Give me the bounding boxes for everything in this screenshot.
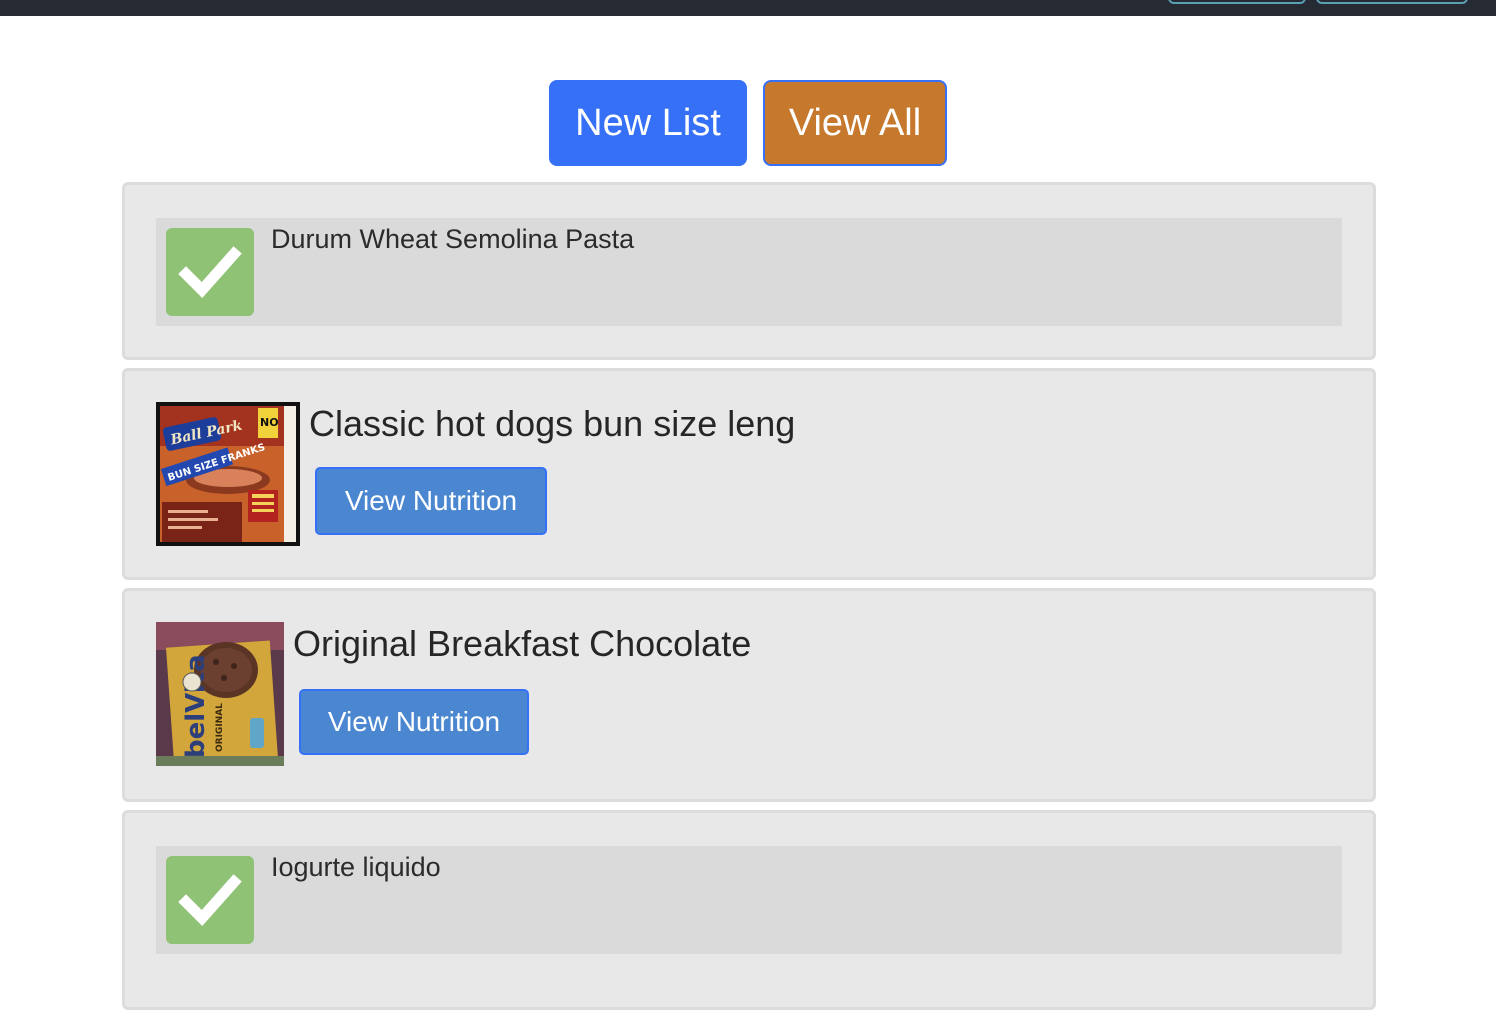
checkmark-icon[interactable] — [166, 228, 254, 316]
product-image-hot-dogs: NO Ball Park BUN SIZE FRANKS — [156, 402, 300, 546]
list-actions: New List View All — [0, 80, 1496, 166]
checked-item-row[interactable]: Durum Wheat Semolina Pasta — [156, 218, 1342, 326]
checkmark-icon[interactable] — [166, 856, 254, 944]
item-name: Iogurte liquido — [271, 852, 441, 882]
list-item: Durum Wheat Semolina Pasta — [122, 182, 1376, 360]
view-nutrition-button[interactable]: View Nutrition — [299, 689, 529, 755]
navbar-button-1[interactable] — [1168, 0, 1306, 4]
item-name: Durum Wheat Semolina Pasta — [271, 224, 635, 254]
view-all-button[interactable]: View All — [763, 80, 947, 166]
new-list-button[interactable]: New List — [549, 80, 747, 166]
product-title: Classic hot dogs bun size leng — [309, 403, 796, 444]
view-nutrition-button[interactable]: View Nutrition — [315, 467, 547, 535]
product-image-belvita: belVita ORIGINAL — [156, 622, 284, 766]
top-navbar — [0, 0, 1496, 16]
svg-text:NO: NO — [260, 416, 279, 429]
svg-text:belVita: belVita — [181, 654, 211, 758]
list-item: belVita ORIGINAL Original Breakfast Choc… — [122, 588, 1376, 802]
checked-item-row[interactable]: Iogurte liquido — [156, 846, 1342, 954]
svg-text:ORIGINAL: ORIGINAL — [215, 703, 225, 752]
list-item: Iogurte liquido — [122, 810, 1376, 1010]
list-item: NO Ball Park BUN SIZE FRANKS Classic hot… — [122, 368, 1376, 580]
navbar-button-2[interactable] — [1316, 0, 1468, 4]
product-title: Original Breakfast Chocolate — [293, 623, 752, 664]
